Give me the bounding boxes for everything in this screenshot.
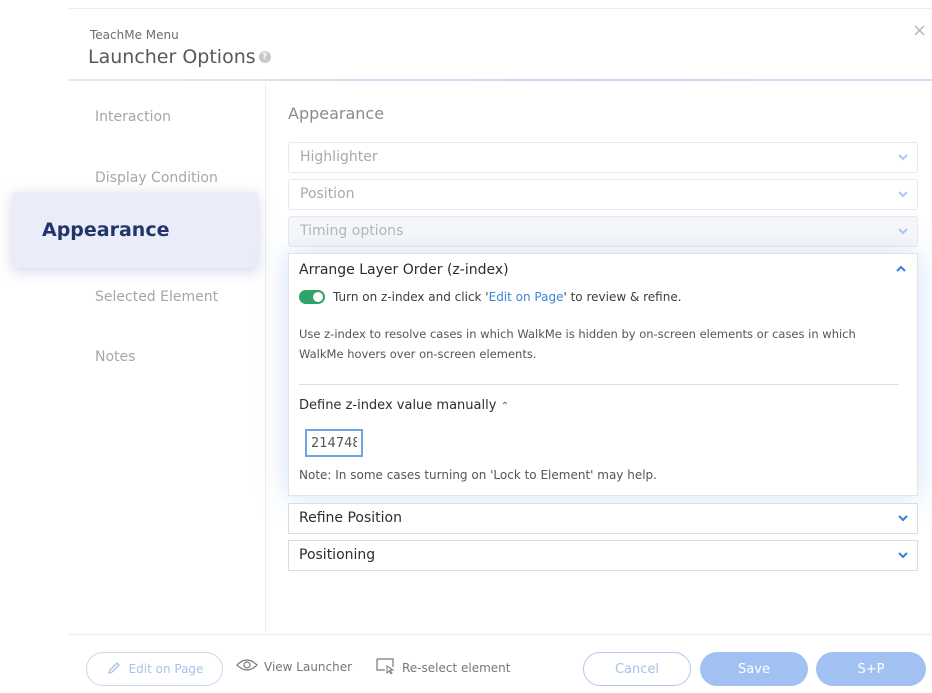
zindex-toggle[interactable]: [299, 290, 325, 304]
lock-to-element-note: Note: In some cases turning on 'Lock to …: [299, 468, 657, 482]
edit-on-page-label: Edit on Page: [128, 662, 204, 676]
chevron-down-icon: [897, 143, 909, 183]
row-label: Position: [300, 186, 355, 202]
row-label: Highlighter: [300, 149, 378, 165]
chevron-down-icon: [897, 504, 909, 544]
chevron-up-icon[interactable]: [895, 262, 907, 279]
sidebar-item-label: Appearance: [42, 219, 170, 241]
positioning-row[interactable]: Positioning: [288, 540, 918, 571]
position-row[interactable]: Position: [288, 179, 918, 210]
view-launcher-button[interactable]: View Launcher: [236, 658, 352, 675]
define-zindex-label: Define z-index value manually: [299, 398, 497, 413]
save-button[interactable]: Save: [700, 652, 808, 686]
refine-position-row[interactable]: Refine Position: [288, 503, 918, 534]
sidebar-item-notes[interactable]: Notes: [95, 349, 135, 365]
toggle-knob: [313, 292, 323, 302]
sidebar-item-display-condition[interactable]: Display Condition: [95, 170, 218, 186]
footer-divider: [68, 634, 932, 635]
save-and-publish-button[interactable]: S+P: [816, 652, 926, 686]
cancel-button[interactable]: Cancel: [583, 652, 691, 686]
timing-options-row[interactable]: Timing options: [288, 216, 918, 247]
edit-on-page-link[interactable]: Edit on Page: [489, 290, 564, 304]
close-icon[interactable]: ×: [912, 22, 927, 40]
menu-name: TeachMe Menu: [90, 28, 179, 42]
chevron-down-icon: [897, 180, 909, 220]
edit-on-page-button[interactable]: Edit on Page: [86, 652, 223, 686]
zindex-panel-title[interactable]: Arrange Layer Order (z-index): [299, 262, 509, 278]
row-label: Positioning: [299, 547, 376, 563]
eye-icon: [236, 658, 258, 675]
reselect-element-button[interactable]: Re-select element: [376, 658, 510, 677]
panel-divider: [299, 384, 899, 385]
toggle-text-after: ' to review & refine.: [563, 290, 682, 304]
zindex-toggle-label: Turn on z-index and click 'Edit on Page'…: [333, 290, 682, 304]
zindex-description: Use z-index to resolve cases in which Wa…: [299, 327, 856, 361]
row-label: Timing options: [300, 223, 404, 239]
select-element-icon: [376, 658, 396, 677]
caret-up-icon: ⌃: [500, 401, 509, 412]
sidebar-item-selected-element[interactable]: Selected Element: [95, 289, 218, 305]
zindex-value-input[interactable]: [305, 429, 363, 457]
section-title: Appearance: [288, 104, 385, 123]
highlighter-row[interactable]: Highlighter: [288, 142, 918, 173]
page-title-text: Launcher Options: [88, 46, 256, 68]
sidebar-divider: [265, 82, 266, 632]
pencil-icon: [106, 660, 122, 679]
view-launcher-label: View Launcher: [264, 659, 353, 674]
sidebar-item-appearance[interactable]: Appearance: [12, 192, 258, 268]
top-divider: [68, 8, 932, 9]
sidebar-item-interaction[interactable]: Interaction: [95, 109, 171, 125]
reselect-element-label: Re-select element: [402, 660, 511, 675]
help-icon[interactable]: ?: [258, 51, 271, 63]
toggle-text-before: Turn on z-index and click ': [333, 290, 489, 304]
page-title: Launcher Options?: [88, 46, 271, 68]
zindex-panel: Arrange Layer Order (z-index) Turn on z-…: [288, 253, 918, 496]
row-label: Refine Position: [299, 510, 402, 526]
define-zindex-manually-toggle[interactable]: Define z-index value manually ⌃: [299, 398, 509, 413]
chevron-down-icon: [897, 217, 909, 257]
chevron-down-icon: [897, 541, 909, 581]
header-divider: [68, 79, 932, 81]
